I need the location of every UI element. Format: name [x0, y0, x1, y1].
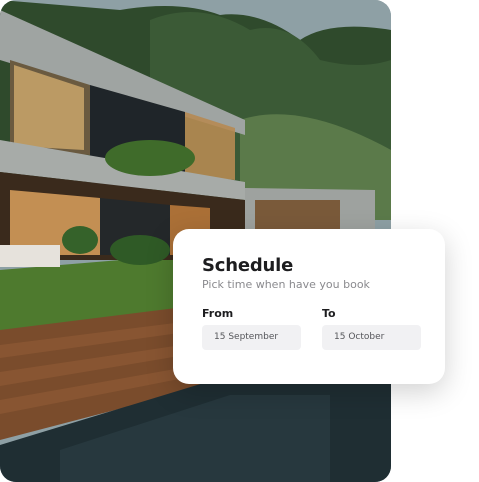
from-label: From: [202, 307, 234, 320]
to-label: To: [322, 307, 336, 320]
schedule-title: Schedule: [202, 255, 294, 276]
schedule-subtitle: Pick time when have you book: [202, 278, 370, 291]
from-date-field[interactable]: 15 September: [202, 325, 301, 350]
schedule-card: Schedule Pick time when have you book Fr…: [173, 229, 445, 384]
to-date-field[interactable]: 15 October: [322, 325, 421, 350]
